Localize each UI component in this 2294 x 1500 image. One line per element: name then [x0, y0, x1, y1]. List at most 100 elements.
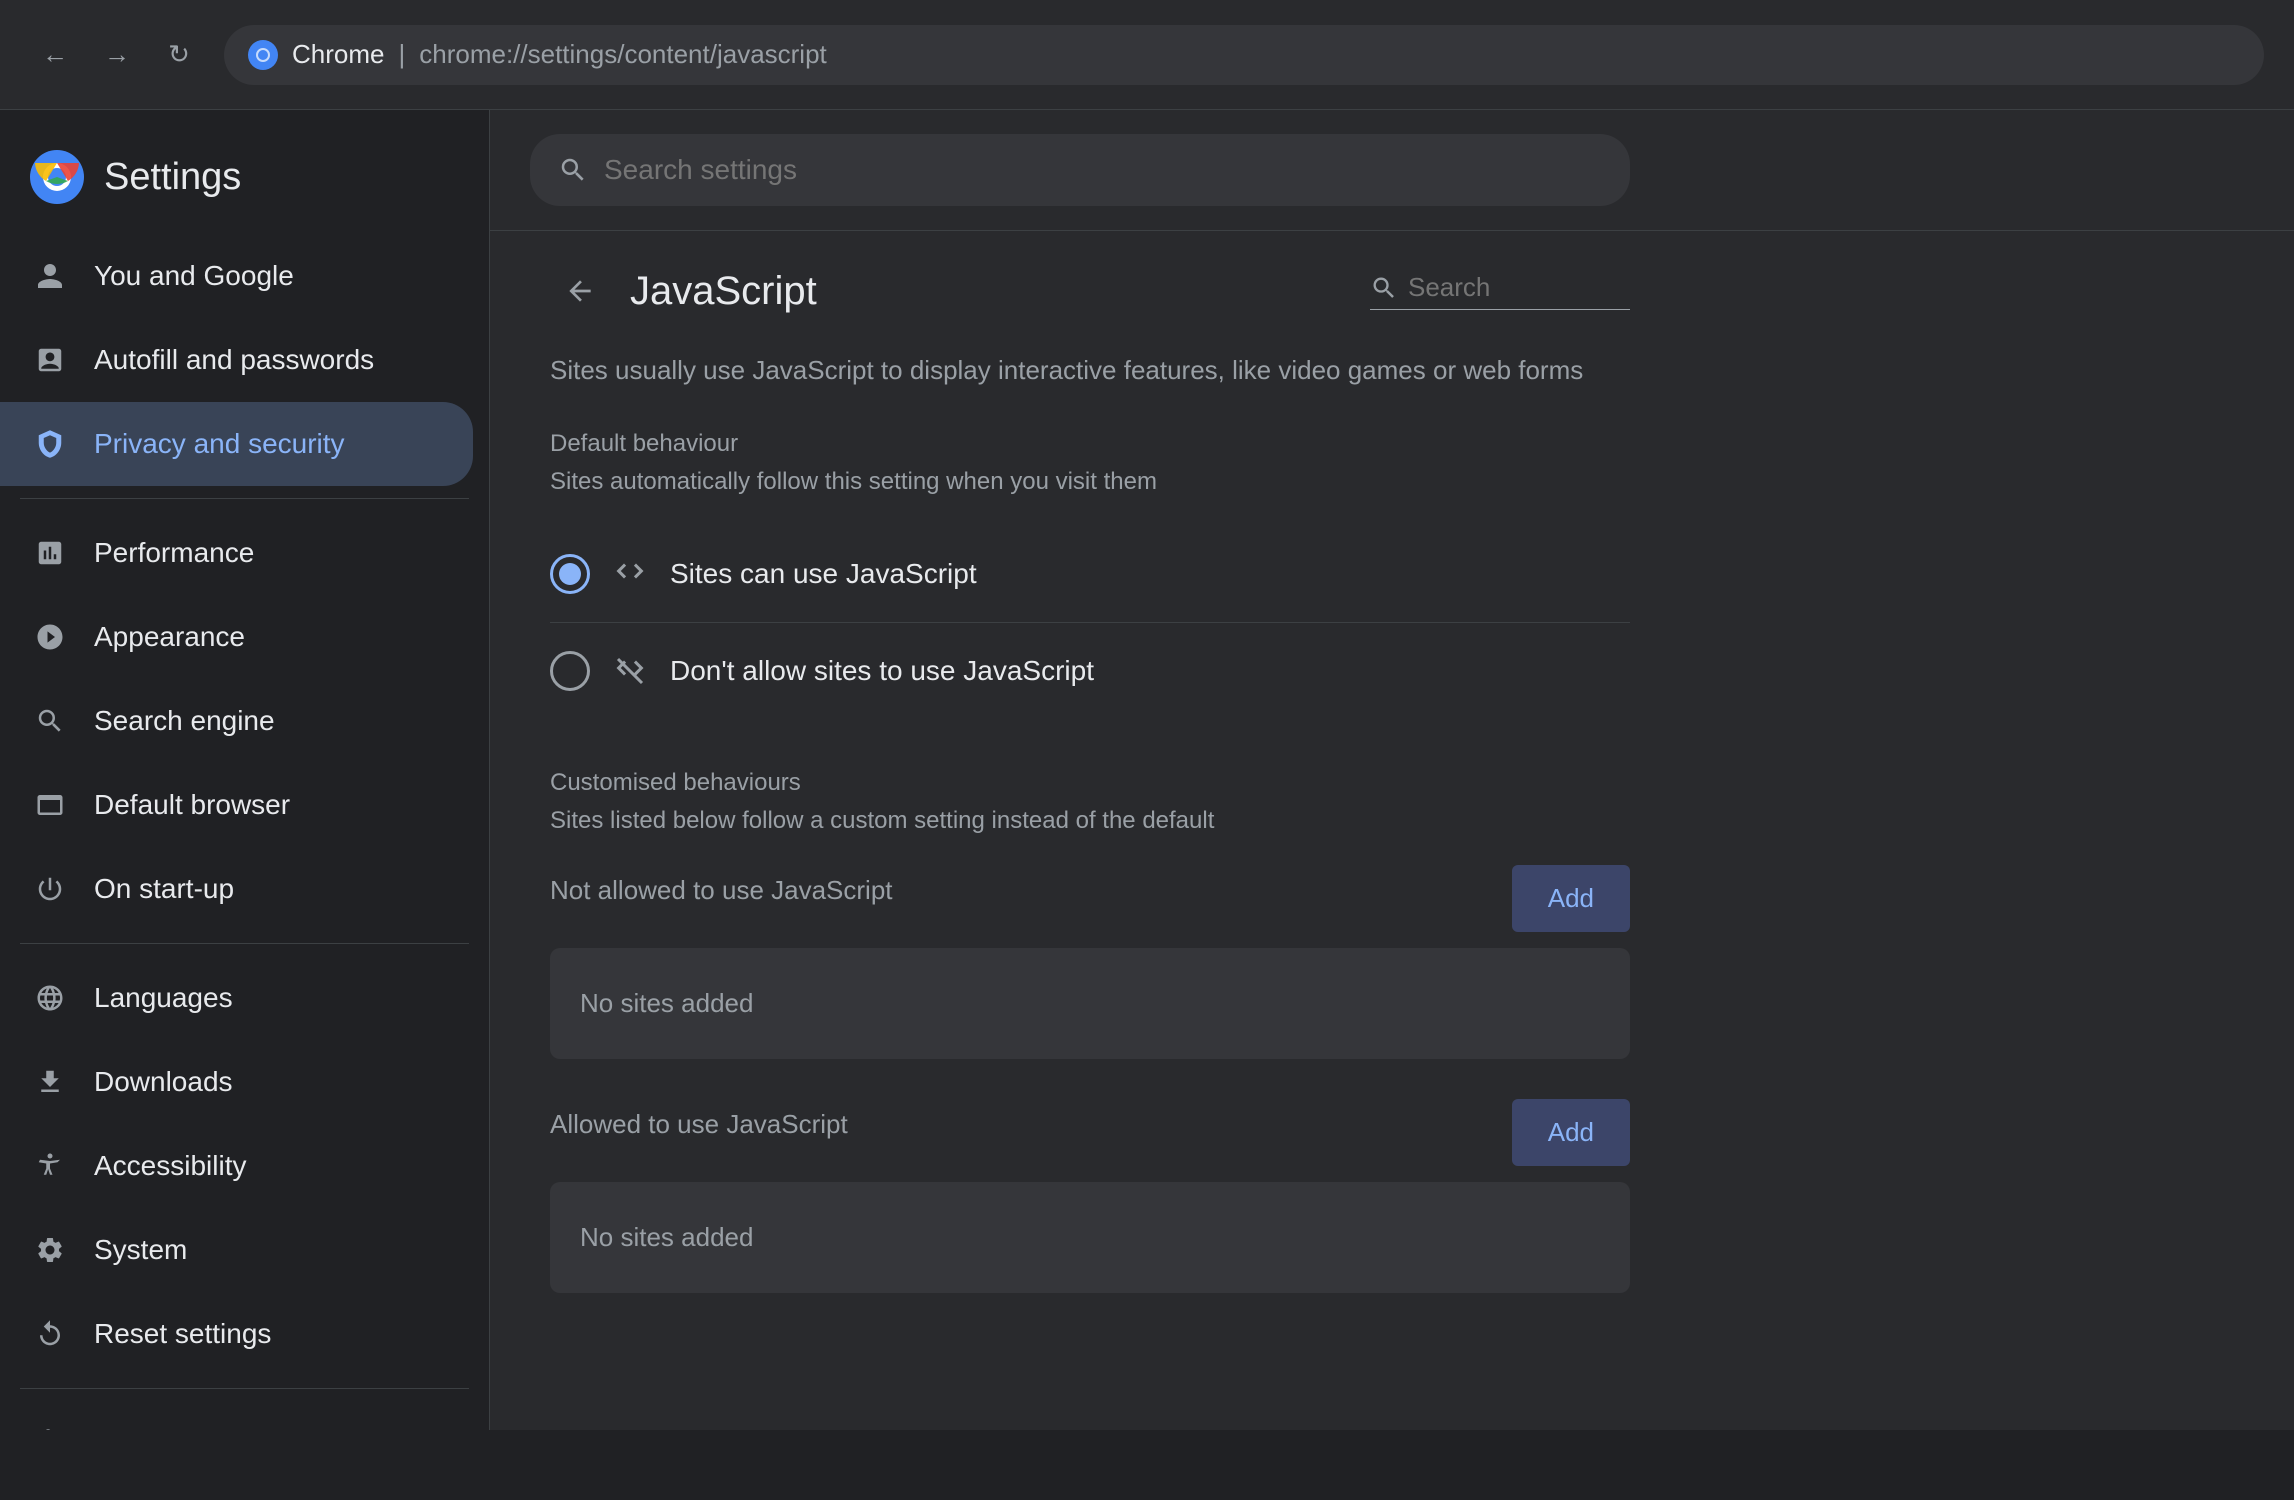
you-google-label: You and Google — [94, 260, 294, 292]
privacy-security-icon — [30, 424, 70, 464]
sidebar-item-extensions[interactable]: Extensions — [0, 1401, 473, 1430]
extensions-label: Extensions — [94, 1427, 231, 1430]
not-allowed-block: Not allowed to use JavaScript Add No sit… — [550, 865, 1630, 1059]
default-behaviour-section: Default behaviour Sites automatically fo… — [550, 430, 1630, 719]
sidebar: Settings You and Google Autofill and pass… — [0, 110, 490, 1430]
sidebar-item-privacy-security[interactable]: Privacy and security — [0, 402, 473, 486]
autofill-icon — [30, 340, 70, 380]
sidebar-item-languages[interactable]: Languages — [0, 956, 473, 1040]
sidebar-item-reset-settings[interactable]: Reset settings — [0, 1292, 473, 1376]
not-allowed-add-button[interactable]: Add — [1512, 865, 1630, 932]
js-page-header: JavaScript — [550, 261, 1630, 321]
search-engine-label: Search engine — [94, 705, 275, 737]
customised-section: Customised behaviours Sites listed below… — [550, 769, 1630, 1293]
customised-title: Customised behaviours — [550, 769, 1630, 797]
sidebar-item-accessibility[interactable]: Accessibility — [0, 1124, 473, 1208]
allowed-header: Allowed to use JavaScript Add — [550, 1099, 1630, 1166]
sidebar-item-on-startup[interactable]: On start-up — [0, 847, 473, 931]
system-label: System — [94, 1234, 187, 1266]
default-behaviour-title: Default behaviour — [550, 430, 1630, 458]
reload-button[interactable]: ↻ — [154, 30, 204, 80]
js-blocked-icon — [610, 651, 650, 691]
sidebar-item-search-engine[interactable]: Search engine — [0, 679, 473, 763]
back-button[interactable]: ← — [30, 30, 80, 80]
option-dont-allow-label: Don't allow sites to use JavaScript — [670, 655, 1094, 687]
downloads-label: Downloads — [94, 1066, 233, 1098]
allowed-add-button[interactable]: Add — [1512, 1099, 1630, 1166]
js-content: JavaScript Sites usually use JavaScript … — [490, 231, 1690, 1363]
autofill-label: Autofill and passwords — [94, 344, 374, 376]
content-area: JavaScript Sites usually use JavaScript … — [490, 110, 2294, 1430]
forward-button[interactable]: → — [92, 30, 142, 80]
external-link-icon — [255, 1427, 287, 1430]
js-page-title: JavaScript — [630, 269, 1370, 314]
sidebar-item-system[interactable]: System — [0, 1208, 473, 1292]
default-behaviour-subtitle: Sites automatically follow this setting … — [550, 468, 1630, 496]
option-dont-allow[interactable]: Don't allow sites to use JavaScript — [550, 623, 1630, 719]
option-sites-can-use-label: Sites can use JavaScript — [670, 558, 977, 590]
not-allowed-header: Not allowed to use JavaScript Add — [550, 865, 1630, 932]
settings-search-bar — [490, 110, 2294, 231]
js-code-icon — [610, 554, 650, 594]
performance-label: Performance — [94, 537, 254, 569]
extensions-icon — [30, 1423, 70, 1430]
system-icon — [30, 1230, 70, 1270]
reset-settings-icon — [30, 1314, 70, 1354]
languages-icon — [30, 978, 70, 1018]
sidebar-items-container: You and Google Autofill and passwords Priv… — [0, 234, 489, 1430]
sidebar-divider — [20, 498, 469, 499]
privacy-security-label: Privacy and security — [94, 428, 345, 460]
radio-sites-can-use — [550, 554, 590, 594]
sidebar-item-default-browser[interactable]: Default browser — [0, 763, 473, 847]
js-back-button[interactable] — [550, 261, 610, 321]
search-icon — [558, 155, 588, 185]
sidebar-item-appearance[interactable]: Appearance — [0, 595, 473, 679]
search-engine-icon — [30, 701, 70, 741]
radio-dont-allow — [550, 651, 590, 691]
sidebar-item-performance[interactable]: Performance — [0, 511, 473, 595]
nav-buttons: ← → ↻ — [30, 30, 204, 80]
sidebar-item-downloads[interactable]: Downloads — [0, 1040, 473, 1124]
browser-chrome: ← → ↻ Chrome | chrome://settings/content… — [0, 0, 2294, 110]
allowed-label: Allowed to use JavaScript — [550, 1109, 848, 1140]
default-browser-icon — [30, 785, 70, 825]
not-allowed-no-sites: No sites added — [550, 958, 1630, 1049]
not-allowed-sites-list: No sites added — [550, 948, 1630, 1059]
main-layout: Settings You and Google Autofill and pass… — [0, 110, 2294, 1430]
sidebar-divider — [20, 943, 469, 944]
favicon — [248, 40, 278, 70]
settings-header: Settings — [0, 130, 489, 234]
sidebar-item-autofill[interactable]: Autofill and passwords — [0, 318, 473, 402]
default-browser-label: Default browser — [94, 789, 290, 821]
settings-title: Settings — [104, 156, 241, 199]
appearance-icon — [30, 617, 70, 657]
allowed-no-sites: No sites added — [550, 1192, 1630, 1283]
languages-label: Languages — [94, 982, 233, 1014]
on-startup-label: On start-up — [94, 873, 234, 905]
sidebar-item-you-google[interactable]: You and Google — [0, 234, 473, 318]
page-search[interactable] — [1370, 272, 1630, 310]
customised-subtitle: Sites listed below follow a custom setti… — [550, 807, 1630, 835]
search-input-wrap[interactable] — [530, 134, 1630, 206]
option-sites-can-use[interactable]: Sites can use JavaScript — [550, 526, 1630, 623]
search-input[interactable] — [604, 154, 1602, 186]
accessibility-icon — [30, 1146, 70, 1186]
accessibility-label: Accessibility — [94, 1150, 246, 1182]
js-description: Sites usually use JavaScript to display … — [550, 351, 1630, 390]
address-separator: | — [398, 39, 405, 70]
allowed-sites-list: No sites added — [550, 1182, 1630, 1293]
appearance-label: Appearance — [94, 621, 245, 653]
allowed-block: Allowed to use JavaScript Add No sites a… — [550, 1099, 1630, 1293]
not-allowed-label: Not allowed to use JavaScript — [550, 875, 893, 906]
address-prefix: Chrome — [292, 39, 384, 70]
address-bar[interactable]: Chrome | chrome://settings/content/javas… — [224, 25, 2264, 85]
sidebar-divider — [20, 1388, 469, 1389]
page-search-icon — [1370, 274, 1398, 302]
reset-settings-label: Reset settings — [94, 1318, 271, 1350]
page-search-input[interactable] — [1408, 272, 1608, 303]
on-startup-icon — [30, 869, 70, 909]
you-google-icon — [30, 256, 70, 296]
address-url: chrome://settings/content/javascript — [419, 39, 827, 70]
performance-icon — [30, 533, 70, 573]
downloads-icon — [30, 1062, 70, 1102]
